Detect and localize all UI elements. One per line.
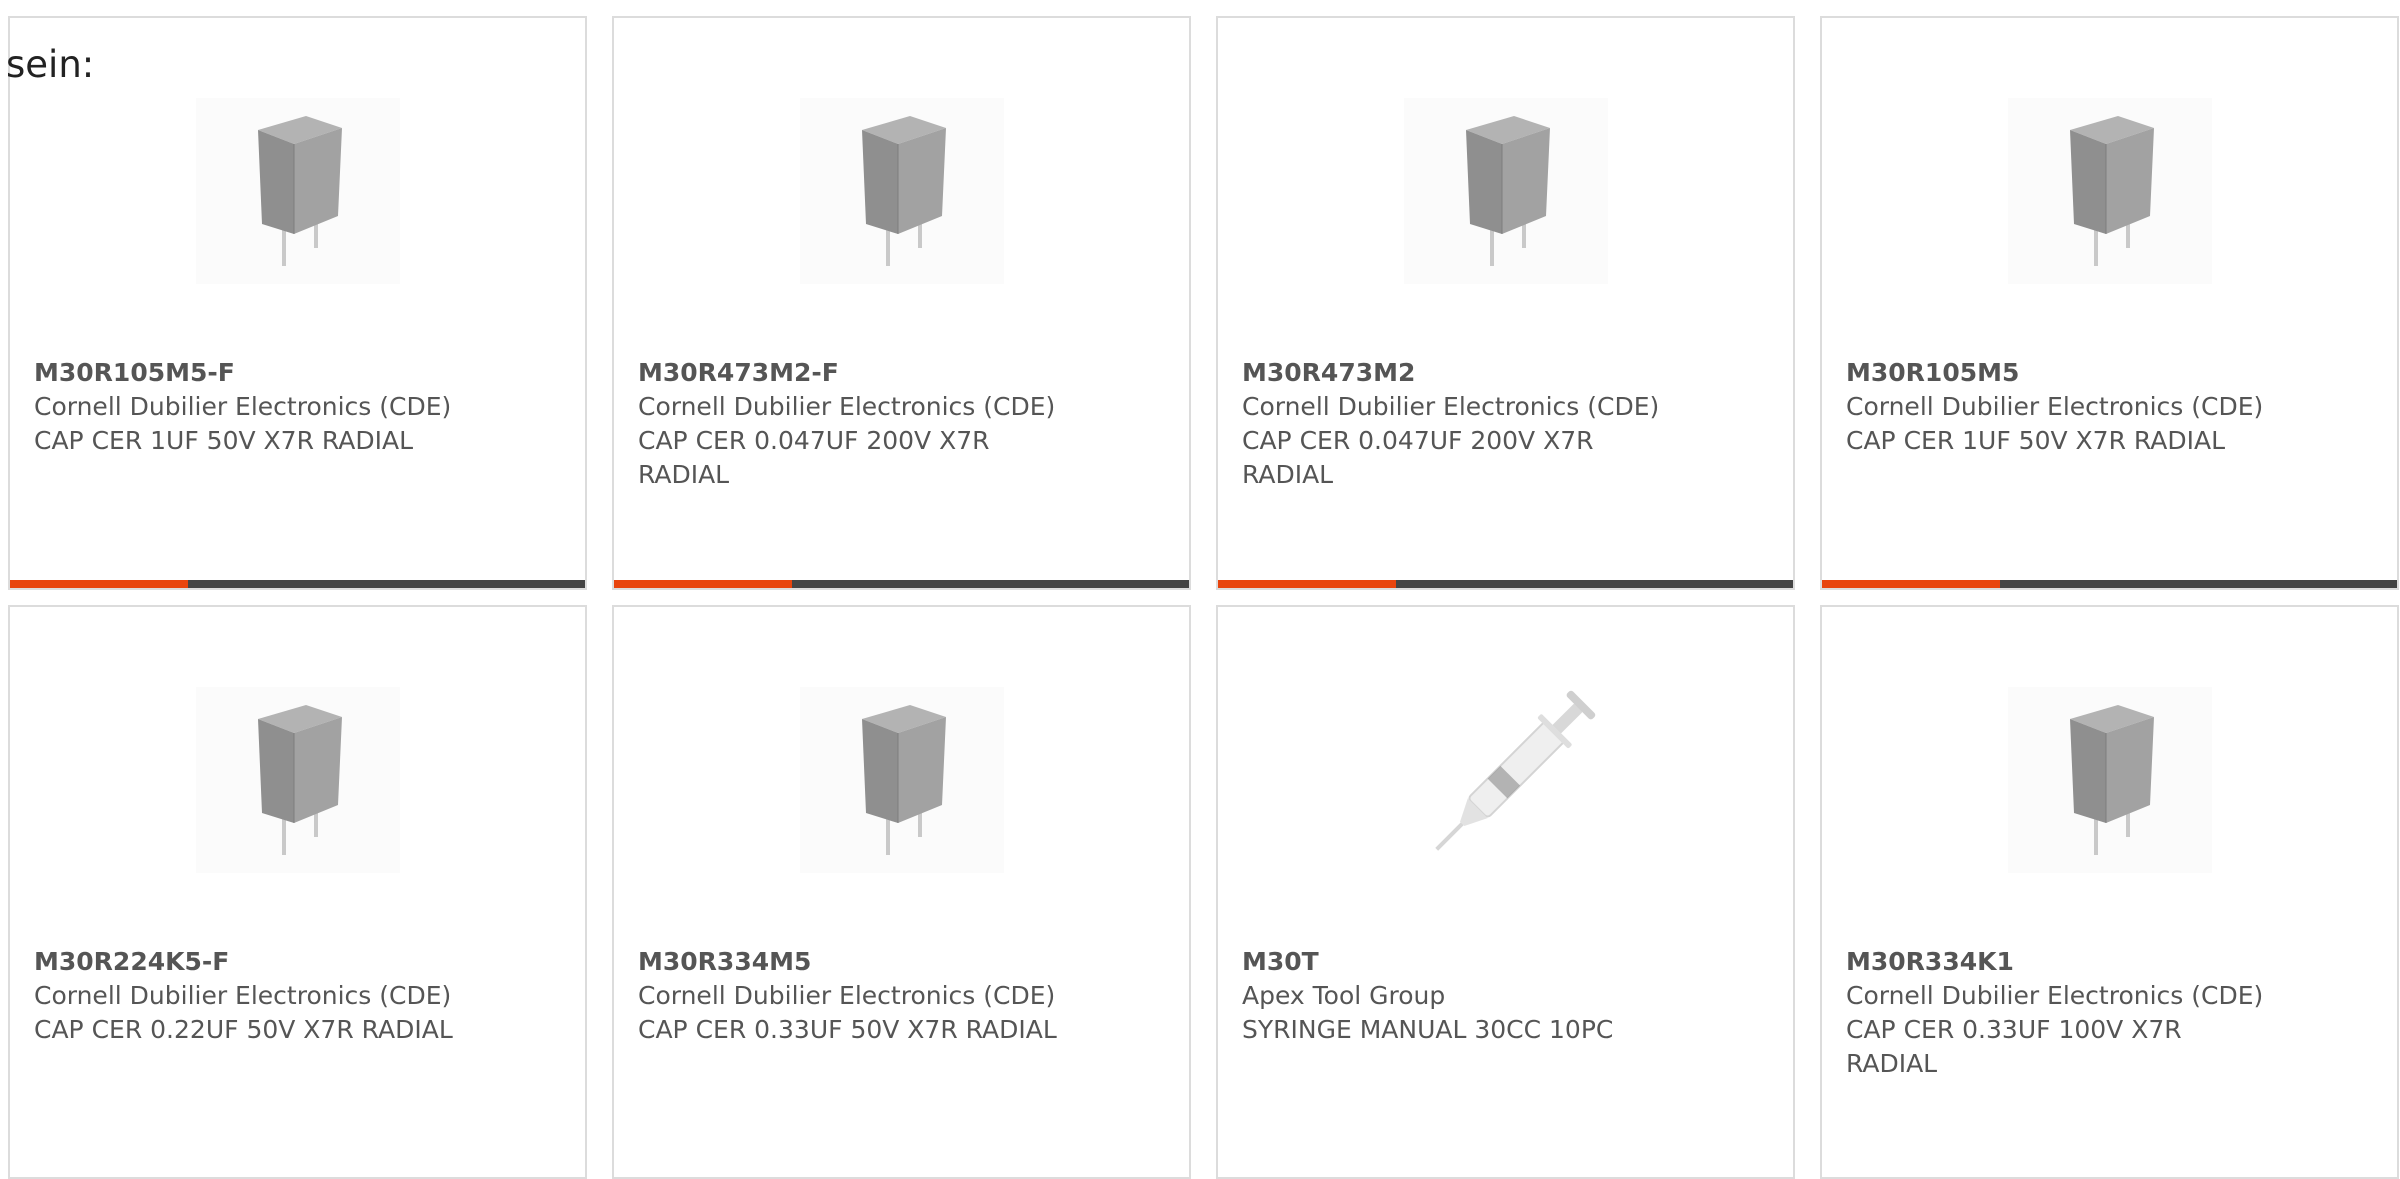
progress-bar	[1218, 580, 1793, 588]
manufacturer: Cornell Dubilier Electronics (CDE)	[638, 392, 1056, 421]
progress-bar-fill	[1822, 580, 2001, 588]
progress-bar	[614, 580, 1189, 588]
product-info: M30T Apex Tool Group SYRINGE MANUAL 30CC…	[1242, 945, 1769, 1047]
manufacturer: Cornell Dubilier Electronics (CDE)	[34, 981, 452, 1010]
description: CAP CER 0.33UF 100V X7R RADIAL	[1846, 1015, 2182, 1078]
capacitor-icon	[800, 687, 1004, 873]
prefix-text: sein:	[6, 43, 95, 86]
manufacturer: Apex Tool Group	[1242, 981, 1446, 1010]
product-info: M30R473M2 Cornell Dubilier Electronics (…	[1242, 356, 1769, 492]
product-card[interactable]: M30R224K5-F Cornell Dubilier Electronics…	[8, 605, 587, 1179]
part-number[interactable]: M30R473M2	[1242, 356, 1769, 390]
description: CAP CER 0.047UF 200V X7R RADIAL	[638, 426, 990, 489]
product-info: M30R105M5-F Cornell Dubilier Electronics…	[34, 356, 561, 458]
product-card[interactable]: M30R105M5-F Cornell Dubilier Electronics…	[8, 16, 587, 590]
description: CAP CER 0.33UF 50V X7R RADIAL	[638, 1015, 1057, 1044]
product-card[interactable]: M30R105M5 Cornell Dubilier Electronics (…	[1820, 16, 2399, 590]
progress-bar-fill	[10, 580, 189, 588]
description: CAP CER 0.047UF 200V X7R RADIAL	[1242, 426, 1594, 489]
capacitor-icon	[196, 98, 400, 284]
part-number[interactable]: M30R105M5-F	[34, 356, 561, 390]
product-card[interactable]: M30R334K1 Cornell Dubilier Electronics (…	[1820, 605, 2399, 1179]
capacitor-icon	[1404, 98, 1608, 284]
part-number[interactable]: M30R334M5	[638, 945, 1165, 979]
product-info: M30R334M5 Cornell Dubilier Electronics (…	[638, 945, 1165, 1047]
product-card[interactable]: M30R334M5 Cornell Dubilier Electronics (…	[612, 605, 1191, 1179]
part-number[interactable]: M30R334K1	[1846, 945, 2373, 979]
description: CAP CER 1UF 50V X7R RADIAL	[1846, 426, 2226, 455]
product-info: M30R473M2-F Cornell Dubilier Electronics…	[638, 356, 1165, 492]
capacitor-icon	[196, 687, 400, 873]
part-number[interactable]: M30R224K5-F	[34, 945, 561, 979]
description: SYRINGE MANUAL 30CC 10PC	[1242, 1015, 1614, 1044]
capacitor-icon	[2008, 687, 2212, 873]
part-number[interactable]: M30R473M2-F	[638, 356, 1165, 390]
manufacturer: Cornell Dubilier Electronics (CDE)	[1846, 392, 2264, 421]
capacitor-icon	[2008, 98, 2212, 284]
manufacturer: Cornell Dubilier Electronics (CDE)	[34, 392, 452, 421]
product-card[interactable]: M30T Apex Tool Group SYRINGE MANUAL 30CC…	[1216, 605, 1795, 1179]
progress-bar	[1822, 580, 2397, 588]
description: CAP CER 1UF 50V X7R RADIAL	[34, 426, 414, 455]
manufacturer: Cornell Dubilier Electronics (CDE)	[638, 981, 1056, 1010]
progress-bar	[10, 580, 585, 588]
part-number[interactable]: M30T	[1242, 945, 1769, 979]
product-info: M30R224K5-F Cornell Dubilier Electronics…	[34, 945, 561, 1047]
manufacturer: Cornell Dubilier Electronics (CDE)	[1846, 981, 2264, 1010]
product-card[interactable]: M30R473M2-F Cornell Dubilier Electronics…	[612, 16, 1191, 590]
syringe-icon	[1404, 687, 1608, 873]
product-info: M30R105M5 Cornell Dubilier Electronics (…	[1846, 356, 2373, 458]
product-grid: M30R105M5-F Cornell Dubilier Electronics…	[8, 16, 2399, 1179]
progress-bar-fill	[614, 580, 793, 588]
product-card[interactable]: M30R473M2 Cornell Dubilier Electronics (…	[1216, 16, 1795, 590]
description: CAP CER 0.22UF 50V X7R RADIAL	[34, 1015, 453, 1044]
manufacturer: Cornell Dubilier Electronics (CDE)	[1242, 392, 1660, 421]
capacitor-icon	[800, 98, 1004, 284]
progress-bar-fill	[1218, 580, 1397, 588]
product-info: M30R334K1 Cornell Dubilier Electronics (…	[1846, 945, 2373, 1081]
part-number[interactable]: M30R105M5	[1846, 356, 2373, 390]
